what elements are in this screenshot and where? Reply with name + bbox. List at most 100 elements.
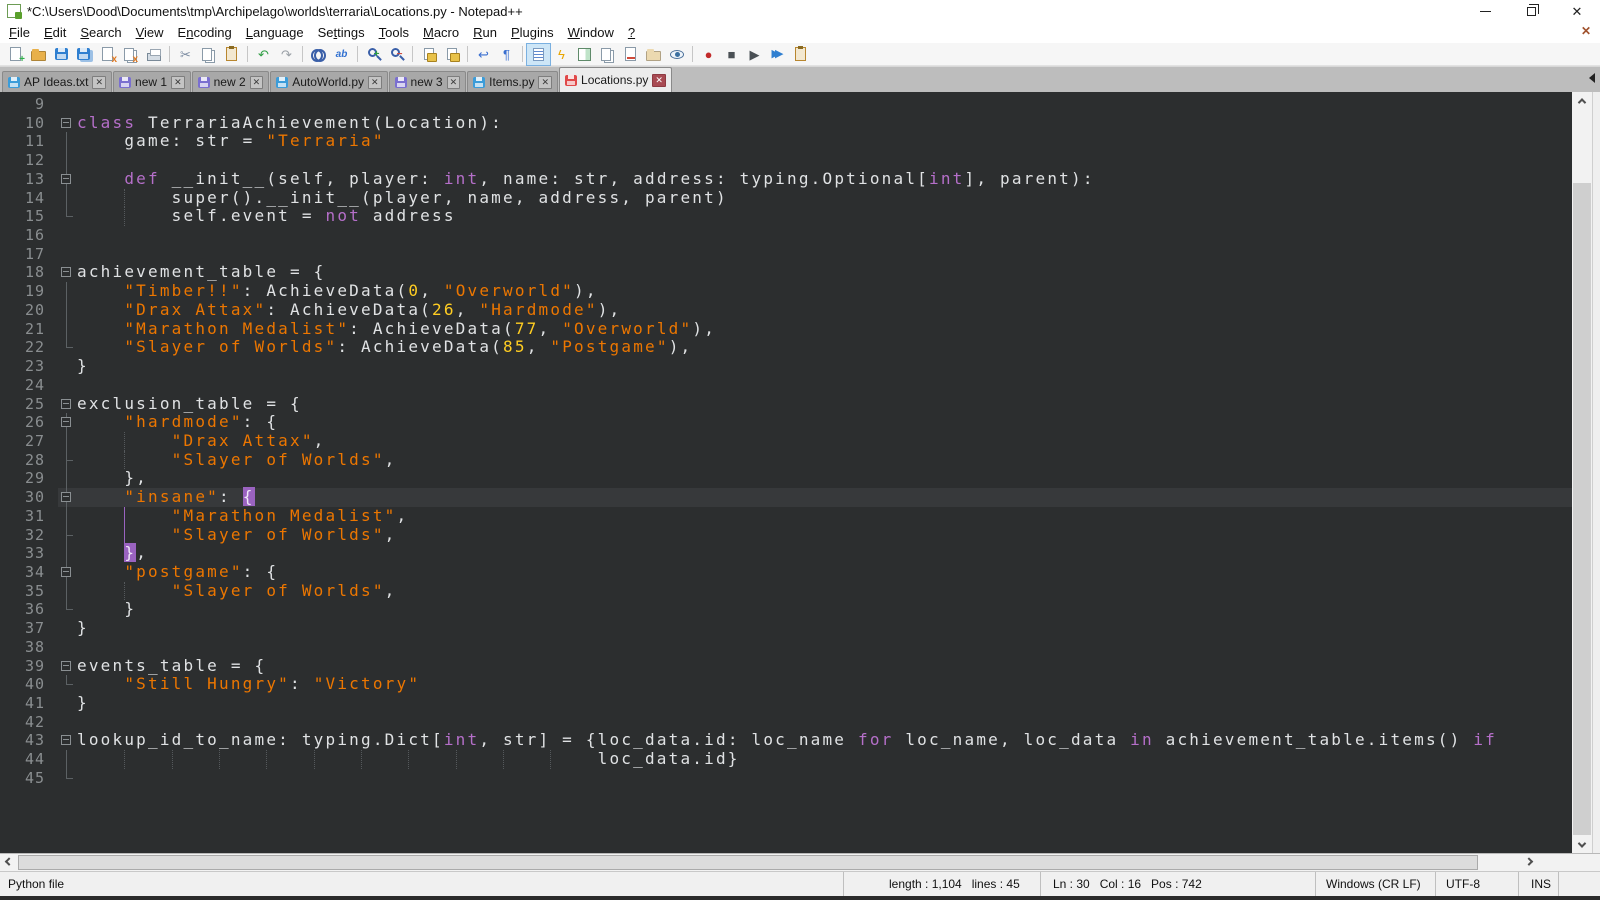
code-line-44[interactable]: 44 loc_data.id} [0, 750, 1572, 769]
folder-as-workspace-button[interactable] [642, 44, 665, 65]
line-number[interactable]: 35 [0, 582, 58, 601]
menu-item-settings[interactable]: Settings [311, 23, 372, 42]
code-line-30[interactable]: 30 "insane": { [0, 488, 1572, 507]
undo-button[interactable]: ↶ [252, 44, 275, 65]
line-number[interactable]: 44 [0, 750, 58, 769]
document-map-button[interactable] [573, 44, 596, 65]
macro-run-multiple-button[interactable]: ▶▶ [766, 44, 789, 65]
code-line-20[interactable]: 20 "Drax Attax": AchieveData(26, "Hardmo… [0, 301, 1572, 320]
fold-collapse-icon[interactable] [61, 735, 71, 745]
close-all-button[interactable]: x [119, 44, 142, 65]
line-number[interactable]: 18 [0, 263, 58, 282]
sync-vertical-button[interactable] [417, 44, 440, 65]
line-number[interactable]: 43 [0, 731, 58, 750]
line-number[interactable]: 37 [0, 619, 58, 638]
zoom-out-button[interactable]: − [385, 44, 408, 65]
line-number[interactable]: 38 [0, 638, 58, 657]
menu-item-language[interactable]: Language [239, 23, 311, 42]
line-number[interactable]: 9 [0, 95, 58, 114]
close-file-button[interactable]: x [96, 44, 119, 65]
horizontal-scroll-thumb[interactable] [18, 855, 1478, 870]
code-area[interactable]: 910class TerrariaAchievement(Location):1… [0, 92, 1572, 853]
code-line-17[interactable]: 17 [0, 245, 1572, 264]
zoom-in-button[interactable]: + [362, 44, 385, 65]
paste-button[interactable] [220, 44, 243, 65]
open-file-button[interactable] [27, 44, 50, 65]
code-line-13[interactable]: 13 def __init__(self, player: int, name:… [0, 170, 1572, 189]
tab-new-1[interactable]: new 1✕ [113, 71, 191, 92]
menu-item-edit[interactable]: Edit [37, 23, 73, 42]
code-line-29[interactable]: 29 }, [0, 469, 1572, 488]
line-number[interactable]: 31 [0, 507, 58, 526]
line-number[interactable]: 17 [0, 245, 58, 264]
line-number[interactable]: 21 [0, 320, 58, 339]
line-number[interactable]: 20 [0, 301, 58, 320]
line-number[interactable]: 26 [0, 413, 58, 432]
line-number[interactable]: 10 [0, 114, 58, 133]
line-number[interactable]: 28 [0, 451, 58, 470]
close-tab-icon[interactable]: ✕ [368, 76, 382, 89]
indent-guide-button[interactable] [527, 44, 550, 65]
document-list-button[interactable] [596, 44, 619, 65]
close-document-x-icon[interactable]: ✕ [1581, 24, 1591, 38]
menu-item-help[interactable]: ? [621, 23, 642, 42]
macro-record-button[interactable]: ● [697, 44, 720, 65]
line-number[interactable]: 12 [0, 151, 58, 170]
tab-new-3[interactable]: new 3✕ [389, 71, 467, 92]
code-line-23[interactable]: 23} [0, 357, 1572, 376]
code-line-19[interactable]: 19 "Timber!!": AchieveData(0, "Overworld… [0, 282, 1572, 301]
scroll-right-arrow-icon[interactable] [1520, 854, 1537, 871]
code-line-28[interactable]: 28 "Slayer of Worlds", [0, 451, 1572, 470]
code-line-41[interactable]: 41} [0, 694, 1572, 713]
code-line-18[interactable]: 18achievement_table = { [0, 263, 1572, 282]
fold-collapse-icon[interactable] [61, 661, 71, 671]
tab-ap-ideas-txt[interactable]: AP Ideas.txt✕ [2, 71, 112, 92]
status-encoding[interactable]: UTF-8 [1435, 872, 1518, 896]
close-tab-icon[interactable]: ✕ [538, 76, 552, 89]
close-tab-icon[interactable]: ✕ [447, 76, 461, 89]
code-line-43[interactable]: 43lookup_id_to_name: typing.Dict[int, st… [0, 731, 1572, 750]
code-line-35[interactable]: 35 "Slayer of Worlds", [0, 582, 1572, 601]
scroll-down-arrow-icon[interactable] [1572, 836, 1592, 853]
code-line-38[interactable]: 38 [0, 638, 1572, 657]
horizontal-scrollbar[interactable] [0, 853, 1600, 871]
menu-item-search[interactable]: Search [73, 23, 128, 42]
new-file-button[interactable]: + [4, 44, 27, 65]
copy-button[interactable] [197, 44, 220, 65]
word-wrap-button[interactable]: ↩ [472, 44, 495, 65]
tab-scroll-left-icon[interactable] [1589, 73, 1595, 83]
restore-button[interactable] [1508, 0, 1554, 22]
line-number[interactable]: 27 [0, 432, 58, 451]
line-number[interactable]: 25 [0, 395, 58, 414]
line-number[interactable]: 29 [0, 469, 58, 488]
tab-autoworld-py[interactable]: AutoWorld.py✕ [270, 71, 387, 92]
menu-item-file[interactable]: File [2, 23, 37, 42]
menu-item-run[interactable]: Run [466, 23, 504, 42]
status-eol-format[interactable]: Windows (CR LF) [1315, 872, 1435, 896]
line-number[interactable]: 14 [0, 189, 58, 208]
code-line-39[interactable]: 39events_table = { [0, 657, 1572, 676]
menu-item-tools[interactable]: Tools [372, 23, 416, 42]
print-button[interactable] [142, 44, 165, 65]
code-line-22[interactable]: 22 "Slayer of Worlds": AchieveData(85, "… [0, 338, 1572, 357]
status-doc-type[interactable]: Python file [0, 872, 843, 896]
line-number[interactable]: 11 [0, 132, 58, 151]
find-button[interactable] [307, 44, 330, 65]
status-insert-mode[interactable]: INS [1518, 872, 1558, 896]
vertical-scrollbar[interactable] [1572, 92, 1592, 853]
line-number[interactable]: 32 [0, 526, 58, 545]
macro-save-button[interactable] [789, 44, 812, 65]
close-button[interactable]: ✕ [1554, 0, 1600, 22]
code-line-37[interactable]: 37} [0, 619, 1572, 638]
code-line-34[interactable]: 34 "postgame": { [0, 563, 1572, 582]
close-tab-icon[interactable]: ✕ [171, 76, 185, 89]
user-defined-language-button[interactable]: ϟ [550, 44, 573, 65]
macro-stop-button[interactable]: ■ [720, 44, 743, 65]
menu-item-encoding[interactable]: Encoding [171, 23, 239, 42]
line-number[interactable]: 23 [0, 357, 58, 376]
code-line-9[interactable]: 9 [0, 95, 1572, 114]
redo-button[interactable]: ↷ [275, 44, 298, 65]
line-number[interactable]: 13 [0, 170, 58, 189]
status-length-lines[interactable]: length : 1,104 lines : 45 [843, 872, 1040, 896]
line-number[interactable]: 15 [0, 207, 58, 226]
